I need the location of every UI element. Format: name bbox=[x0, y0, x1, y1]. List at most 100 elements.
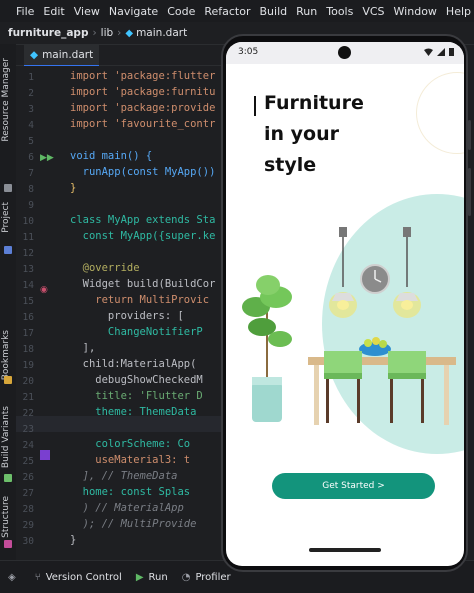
get-started-button[interactable]: Get Started > bbox=[272, 473, 435, 499]
run-label: Run bbox=[148, 571, 168, 583]
layers-icon[interactable]: ◈ bbox=[8, 572, 16, 583]
onboarding-headline: Furniture in your style bbox=[252, 88, 364, 181]
line-number: 10 bbox=[22, 216, 34, 227]
tool-tab-resource-manager[interactable]: Resource Manager bbox=[1, 58, 11, 142]
line-number: 3 bbox=[28, 104, 34, 115]
menu-edit[interactable]: Edit bbox=[43, 5, 64, 18]
structure-icon bbox=[4, 540, 12, 548]
code-editor[interactable]: 1 2 3 4 5 6 7 8 9 10 11 12 13 14 15 16 1… bbox=[16, 66, 226, 560]
menu-bar: File Edit View Navigate Code Refactor Bu… bbox=[0, 0, 474, 22]
line-number: 24 bbox=[22, 440, 34, 451]
signal-icon bbox=[437, 47, 445, 56]
status-icons bbox=[424, 47, 454, 56]
code-line: theme: ThemeData bbox=[70, 406, 197, 418]
code-line: Widget build(BuildCor bbox=[70, 278, 216, 290]
dart-file-icon: ◆ bbox=[30, 49, 39, 61]
emulator-screen[interactable]: 3:05 Furniture in your style Get Started… bbox=[226, 42, 464, 566]
color-swatch-icon[interactable] bbox=[40, 450, 50, 460]
power-button[interactable] bbox=[468, 120, 471, 150]
furniture-illustration bbox=[242, 227, 456, 425]
wall-clock bbox=[360, 264, 390, 294]
build-variants-icon bbox=[4, 474, 12, 482]
override-marker-icon[interactable]: ◉ bbox=[40, 285, 48, 295]
menu-build[interactable]: Build bbox=[260, 5, 288, 18]
tool-tab-project[interactable]: Project bbox=[1, 202, 11, 233]
line-number: 14 bbox=[22, 280, 34, 291]
menu-tools[interactable]: Tools bbox=[326, 5, 353, 18]
code-line: ) // MaterialApp bbox=[70, 502, 184, 514]
line-number: 20 bbox=[22, 376, 34, 387]
line-number: 7 bbox=[28, 168, 34, 179]
line-number: 28 bbox=[22, 504, 34, 515]
menu-file[interactable]: File bbox=[16, 5, 34, 18]
line-number: 19 bbox=[22, 360, 34, 371]
code-line: return MultiProvic bbox=[70, 294, 210, 306]
code-line: colorScheme: Co bbox=[70, 438, 191, 450]
profiler-label: Profiler bbox=[195, 571, 231, 583]
code-line: } bbox=[70, 534, 77, 546]
line-number: 16 bbox=[22, 312, 34, 323]
editor-tab-bar: ◆ main.dart bbox=[16, 45, 226, 67]
line-number: 2 bbox=[28, 88, 34, 99]
resource-manager-icon bbox=[4, 184, 12, 192]
menu-window[interactable]: Window bbox=[394, 5, 437, 18]
line-number: 13 bbox=[22, 264, 34, 275]
code-line: ], // ThemeData bbox=[70, 470, 178, 482]
tool-tab-build-variants[interactable]: Build Variants bbox=[1, 406, 11, 468]
code-line: import 'package:provide bbox=[70, 102, 216, 114]
menu-help[interactable]: Help bbox=[446, 5, 471, 18]
code-line: title: 'Flutter D bbox=[70, 390, 203, 402]
headline-line: in your bbox=[264, 123, 339, 145]
line-number: 6 bbox=[28, 152, 34, 163]
status-time: 3:05 bbox=[238, 47, 259, 57]
line-number: 25 bbox=[22, 456, 34, 467]
current-line-highlight bbox=[16, 416, 226, 432]
line-number: 22 bbox=[22, 408, 34, 419]
line-number: 8 bbox=[28, 184, 34, 195]
project-folder-icon bbox=[4, 246, 12, 254]
code-line: providers: [ bbox=[70, 310, 184, 322]
code-line: import 'package:furnitu bbox=[70, 86, 216, 98]
run-main-icon[interactable]: ▶▶ bbox=[40, 153, 54, 163]
line-number: 4 bbox=[28, 120, 34, 131]
bookmark-icon bbox=[4, 376, 12, 384]
profiler-button[interactable]: ◔ Profiler bbox=[182, 572, 231, 583]
menu-code[interactable]: Code bbox=[167, 5, 195, 18]
code-line: } bbox=[70, 182, 77, 194]
menu-vcs[interactable]: VCS bbox=[362, 5, 384, 18]
editor-tab-main-dart[interactable]: ◆ main.dart bbox=[24, 45, 100, 67]
code-line: child:MaterialApp( bbox=[70, 358, 197, 370]
code-line: import 'favourite_contr bbox=[70, 118, 216, 130]
menu-navigate[interactable]: Navigate bbox=[109, 5, 158, 18]
pendant-lamp-right bbox=[393, 227, 421, 318]
gesture-home-bar[interactable] bbox=[309, 548, 381, 552]
line-number: 21 bbox=[22, 392, 34, 403]
breadcrumb-project[interactable]: furniture_app bbox=[8, 27, 88, 39]
line-number: 23 bbox=[22, 424, 34, 435]
device-status-bar: 3:05 bbox=[226, 42, 464, 64]
decorative-ring bbox=[416, 72, 464, 154]
version-control-label: Version Control bbox=[45, 571, 122, 583]
breadcrumb-folder[interactable]: lib bbox=[101, 27, 114, 39]
code-line: runApp(const MyApp()) bbox=[70, 166, 216, 178]
tool-tab-structure[interactable]: Structure bbox=[1, 496, 11, 538]
line-number: 15 bbox=[22, 296, 34, 307]
code-line: ); // MultiProvide bbox=[70, 518, 197, 530]
menu-view[interactable]: View bbox=[74, 5, 100, 18]
menu-refactor[interactable]: Refactor bbox=[204, 5, 250, 18]
code-line: home: const Splas bbox=[70, 486, 191, 498]
run-tool-button[interactable]: ▶ Run bbox=[136, 572, 168, 583]
code-line: ], bbox=[70, 342, 96, 354]
tool-tab-bookmarks[interactable]: Bookmarks bbox=[1, 330, 11, 380]
line-number: 12 bbox=[22, 248, 34, 259]
wifi-icon bbox=[424, 48, 433, 56]
code-line: void main() { bbox=[70, 150, 153, 162]
line-number: 11 bbox=[22, 232, 34, 243]
breadcrumb-separator: › bbox=[92, 27, 97, 39]
volume-button[interactable] bbox=[468, 168, 471, 216]
breadcrumb-file[interactable]: main.dart bbox=[136, 27, 187, 39]
version-control-button[interactable]: ⑂ Version Control bbox=[35, 572, 122, 583]
line-number: 30 bbox=[22, 536, 34, 547]
line-number: 27 bbox=[22, 488, 34, 499]
menu-run[interactable]: Run bbox=[296, 5, 317, 18]
